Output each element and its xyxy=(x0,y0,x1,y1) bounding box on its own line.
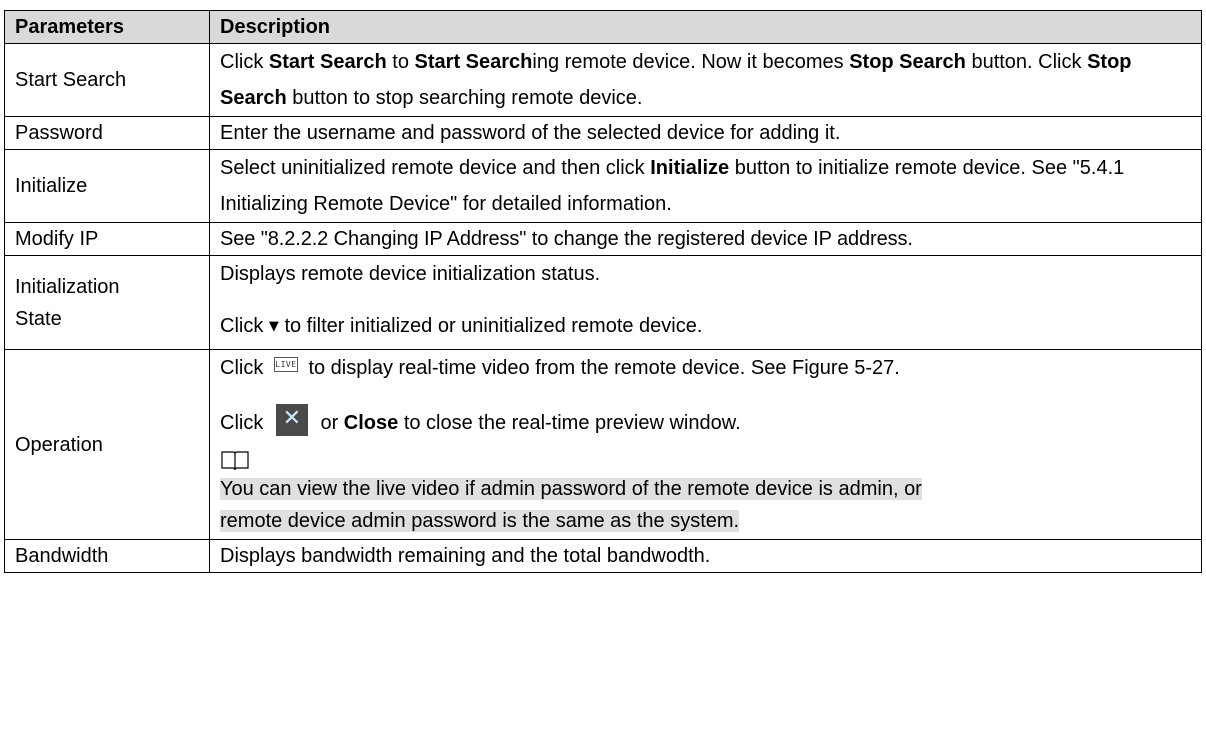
note-line: You can view the live video if admin pas… xyxy=(220,478,922,500)
bold-term: Initialize xyxy=(650,157,730,179)
table-row: Modify IP See "8.2.2.2 Changing IP Addre… xyxy=(4,222,1202,256)
text: to xyxy=(386,51,415,73)
close-line: Click ✕ or Close to close the real-time … xyxy=(220,404,1191,439)
desc-modify-ip: See "8.2.2.2 Changing IP Address" to cha… xyxy=(209,222,1202,256)
parameters-table: Parameters Description Start Search Clic… xyxy=(4,10,1202,573)
note-line: remote device admin password is the same… xyxy=(220,510,740,532)
desc-start-search: Click Start Search to Start Searching re… xyxy=(209,43,1202,117)
param-bandwidth: Bandwidth xyxy=(4,539,210,573)
text: Click xyxy=(220,315,269,337)
desc-bandwidth: Displays bandwidth remaining and the tot… xyxy=(209,539,1202,573)
book-note-icon xyxy=(221,451,249,470)
note-text: You can view the live video if admin pas… xyxy=(220,473,1191,539)
table-header-row: Parameters Description xyxy=(4,10,1202,44)
note-icon-line xyxy=(220,445,1191,473)
text: to filter initialized or uninitialized r… xyxy=(278,315,703,337)
table-row: Initialization State Displays remote dev… xyxy=(4,255,1202,350)
text: Click xyxy=(220,412,269,434)
text: to close the real-time preview window. xyxy=(398,412,741,434)
table-row: Start Search Click Start Search to Start… xyxy=(4,43,1202,117)
filter-line: Click ▼ to filter initialized or uniniti… xyxy=(220,310,1191,343)
table-row: Password Enter the username and password… xyxy=(4,116,1202,150)
text: Click xyxy=(220,357,269,379)
text: button to stop searching remote device. xyxy=(286,87,643,109)
text: Initialization xyxy=(15,275,120,298)
desc-init-state: Displays remote device initialization st… xyxy=(209,255,1202,350)
text: ing remote device. Now it becomes xyxy=(532,51,850,73)
bold-term: Start Search xyxy=(414,51,533,73)
desc-password: Enter the username and password of the s… xyxy=(209,116,1202,150)
text: Displays remote device initialization st… xyxy=(220,263,601,285)
text: Select uninitialized remote device and t… xyxy=(220,157,651,179)
text: button. Click xyxy=(965,51,1088,73)
param-operation: Operation xyxy=(4,349,210,540)
table-row: Initialize Select uninitialized remote d… xyxy=(4,149,1202,223)
param-start-search: Start Search xyxy=(4,43,210,117)
desc-initialize: Select uninitialized remote device and t… xyxy=(209,149,1202,223)
param-initialize: Initialize xyxy=(4,149,210,223)
live-line: Click LIVE to display real-time video fr… xyxy=(220,352,1191,384)
text: Click xyxy=(220,51,269,73)
live-icon: LIVE xyxy=(273,357,298,372)
bold-term: Start Search xyxy=(268,51,387,73)
param-password: Password xyxy=(4,116,210,150)
desc-operation: Click LIVE to display real-time video fr… xyxy=(209,349,1202,540)
text: to display real-time video from the remo… xyxy=(302,357,900,379)
param-modify-ip: Modify IP xyxy=(4,222,210,256)
bold-term: Stop Search xyxy=(849,51,966,73)
text: or xyxy=(314,412,344,434)
dropdown-caret-icon: ▼ xyxy=(268,319,279,334)
close-icon: ✕ xyxy=(275,404,308,436)
header-description: Description xyxy=(209,10,1202,44)
table-row: Operation Click LIVE to display real-tim… xyxy=(4,349,1202,540)
text: State xyxy=(15,307,62,330)
table-row: Bandwidth Displays bandwidth remaining a… xyxy=(4,539,1202,573)
bold-term: Close xyxy=(343,412,399,434)
header-parameters: Parameters xyxy=(4,10,210,44)
param-init-state: Initialization State xyxy=(4,255,210,350)
